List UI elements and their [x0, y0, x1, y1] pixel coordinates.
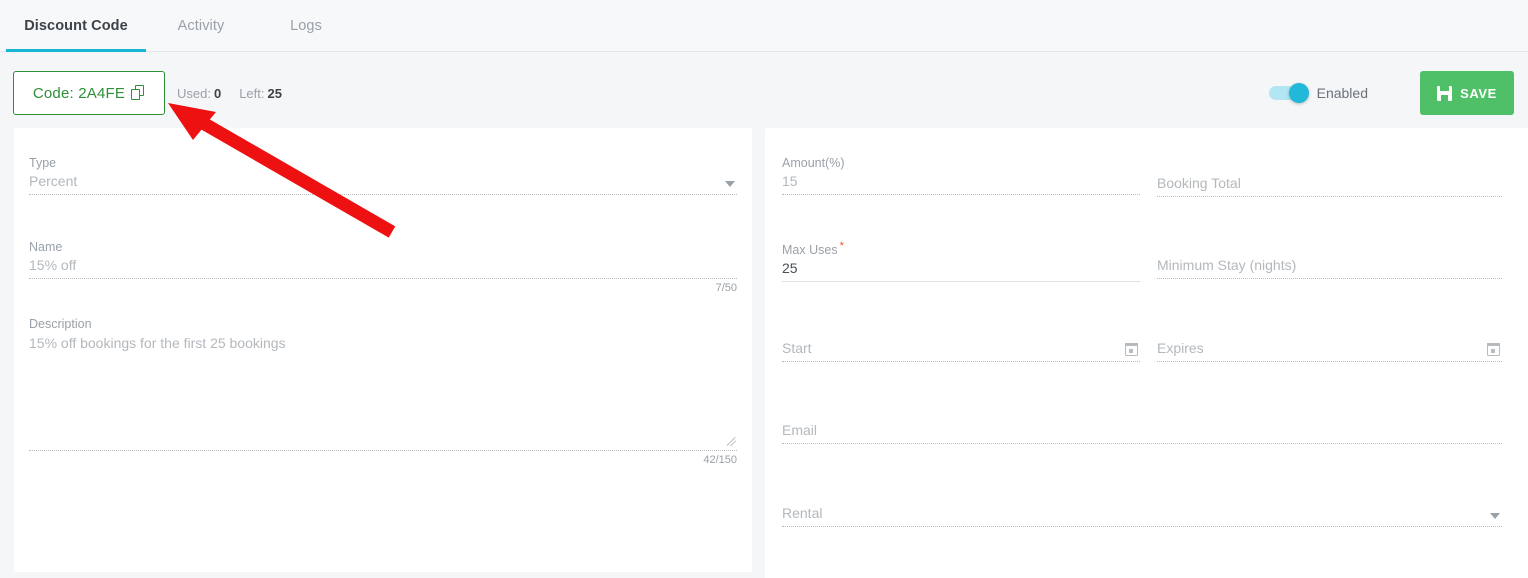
field-rental-label: Rental — [782, 505, 823, 521]
left-panel-card: Type Percent Name 15% off 7/50 Descripti… — [14, 128, 752, 572]
left-value: 25 — [267, 85, 282, 101]
field-expires-control[interactable]: Expires — [1157, 338, 1502, 362]
enabled-toggle-label: Enabled — [1316, 85, 1368, 101]
field-minimum-stay-label: Minimum Stay (nights) — [1157, 257, 1297, 273]
field-start[interactable]: Start — [782, 338, 1140, 362]
tab-logs-label: Logs — [290, 18, 322, 34]
left-count: Left: 25 — [239, 86, 282, 101]
calendar-icon[interactable] — [1124, 342, 1139, 356]
field-max-uses-label: Max Uses * — [782, 238, 1140, 258]
field-rental-control[interactable]: Rental — [782, 503, 1502, 527]
required-asterisk: * — [839, 240, 844, 252]
action-bar: Code: 2A4FE Used: 0 Left: 25 Enabled SAVE — [0, 53, 1528, 128]
field-expires[interactable]: Expires — [1157, 338, 1502, 362]
field-minimum-stay[interactable]: Minimum Stay (nights) — [1157, 255, 1502, 279]
field-minimum-stay-control[interactable]: Minimum Stay (nights) — [1157, 255, 1502, 279]
field-name-label: Name — [29, 240, 63, 254]
field-name-value: 15% off — [29, 257, 77, 273]
enabled-toggle[interactable] — [1268, 83, 1309, 103]
discount-code-page: Discount Code Activity Logs Code: 2A4FE … — [0, 0, 1528, 578]
field-description-control[interactable]: 15% off bookings for the first 25 bookin… — [29, 332, 737, 451]
field-amount-control[interactable]: 15 — [782, 171, 1140, 195]
field-description[interactable]: Description 15% off bookings for the fir… — [29, 316, 737, 466]
tab-discount-code[interactable]: Discount Code — [6, 0, 146, 52]
calendar-icon[interactable] — [1486, 342, 1501, 356]
field-booking-total[interactable]: Booking Total — [1157, 173, 1502, 197]
field-max-uses-label-text: Max Uses — [782, 243, 838, 258]
field-max-uses-value: 25 — [782, 260, 798, 277]
enabled-toggle-group: Enabled — [1268, 71, 1368, 115]
tab-activity[interactable]: Activity — [146, 0, 256, 52]
usage-counts: Used: 0 Left: 25 — [177, 71, 282, 115]
floppy-disk-icon — [1437, 85, 1453, 101]
chevron-down-icon[interactable] — [1490, 513, 1500, 519]
field-max-uses[interactable]: Max Uses * 25 — [782, 238, 1140, 283]
tab-activity-label: Activity — [177, 18, 225, 34]
used-label: Used: — [177, 85, 211, 101]
field-type[interactable]: Type Percent — [29, 155, 737, 195]
tab-bar: Discount Code Activity Logs — [0, 0, 1528, 52]
field-max-uses-control[interactable]: 25 — [782, 258, 1140, 283]
field-email-label: Email — [782, 422, 818, 438]
field-start-label: Start — [782, 340, 812, 356]
save-button-label: SAVE — [1460, 85, 1497, 101]
field-rental[interactable]: Rental — [782, 503, 1502, 527]
right-panel-card: Amount(%) 15 Booking Total Max Uses * 25 … — [765, 128, 1528, 578]
field-booking-total-label: Booking Total — [1157, 175, 1241, 191]
field-email-control[interactable]: Email — [782, 420, 1502, 444]
toggle-knob — [1288, 83, 1309, 103]
tab-list: Discount Code Activity Logs — [0, 0, 1528, 52]
tab-logs[interactable]: Logs — [256, 0, 356, 52]
field-amount-value: 15 — [782, 173, 798, 189]
used-count: Used: 0 — [177, 86, 221, 101]
left-label: Left: — [239, 85, 265, 101]
field-type-control[interactable]: Percent — [29, 171, 737, 195]
discount-code-badge[interactable]: Code: 2A4FE — [13, 71, 165, 115]
copy-icon[interactable] — [131, 85, 145, 101]
used-value: 0 — [213, 85, 222, 101]
discount-code-text: Code: 2A4FE — [32, 84, 126, 102]
field-description-value: 15% off bookings for the first 25 bookin… — [29, 335, 286, 351]
field-amount-label: Amount(%) — [782, 156, 845, 170]
field-type-value: Percent — [29, 173, 78, 189]
field-name-counter: 7/50 — [715, 282, 737, 294]
chevron-down-icon[interactable] — [725, 181, 735, 187]
field-description-counter: 42/150 — [703, 454, 737, 466]
field-start-control[interactable]: Start — [782, 338, 1140, 362]
field-name-control[interactable]: 15% off — [29, 255, 737, 279]
field-booking-total-control[interactable]: Booking Total — [1157, 173, 1502, 197]
field-expires-label: Expires — [1157, 340, 1204, 356]
save-button[interactable]: SAVE — [1420, 71, 1514, 115]
resize-handle-icon[interactable] — [727, 437, 736, 446]
field-name[interactable]: Name 15% off 7/50 — [29, 239, 737, 294]
field-amount[interactable]: Amount(%) 15 — [782, 155, 1140, 195]
field-type-label: Type — [29, 156, 57, 170]
field-description-label: Description — [29, 317, 92, 331]
field-email[interactable]: Email — [782, 420, 1502, 444]
tab-discount-code-label: Discount Code — [24, 18, 128, 34]
